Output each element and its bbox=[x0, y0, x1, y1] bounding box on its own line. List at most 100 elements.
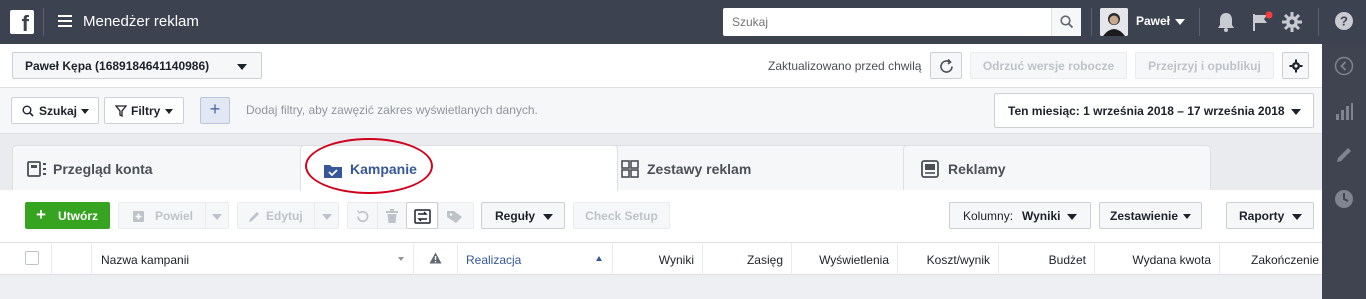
search-button[interactable] bbox=[1051, 8, 1081, 36]
chart-icon[interactable] bbox=[1334, 102, 1354, 122]
action-icon-group bbox=[347, 202, 474, 229]
column-header-campaign-name[interactable]: Nazwa kampanii bbox=[92, 243, 414, 275]
column-header-results[interactable]: Wyniki bbox=[613, 243, 703, 275]
updated-status: Zaktualizowano przed chwilą bbox=[768, 59, 922, 73]
column-header-amount-spent[interactable]: Wydana kwota bbox=[1095, 243, 1220, 275]
table-header: Nazwa kampanii Realizacja Wyniki Zasięg … bbox=[0, 242, 1322, 275]
tag-icon[interactable] bbox=[446, 209, 463, 224]
pencil-icon[interactable] bbox=[1334, 145, 1354, 165]
app-title: Menedżer reklam bbox=[83, 13, 199, 30]
grid-icon bbox=[621, 160, 639, 178]
right-side-rail bbox=[1322, 44, 1366, 299]
facebook-logo[interactable]: f bbox=[10, 10, 34, 34]
chevron-down-icon bbox=[1067, 214, 1077, 220]
column-header-cost-per-result[interactable]: Koszt/wynik bbox=[898, 243, 999, 275]
chevron-down-icon bbox=[237, 64, 247, 70]
review-publish-button[interactable]: Przejrzyj i opublikuj bbox=[1135, 52, 1274, 79]
column-header-reach[interactable]: Zasięg bbox=[703, 243, 792, 275]
trash-icon[interactable] bbox=[385, 209, 399, 224]
search-box bbox=[723, 8, 1081, 36]
chevron-down-icon bbox=[212, 214, 222, 220]
chevron-down-icon bbox=[1292, 214, 1302, 220]
help-icon[interactable]: ? bbox=[1334, 11, 1354, 31]
avatar[interactable] bbox=[1100, 8, 1128, 36]
column-label: Wyświetlenia bbox=[819, 253, 889, 267]
breakdown-button[interactable]: Zestawienie bbox=[1099, 202, 1202, 229]
chevron-down-icon bbox=[165, 109, 173, 114]
tab-account-overview[interactable]: Przegląd konta bbox=[12, 145, 322, 190]
funnel-icon bbox=[115, 105, 127, 117]
account-selector[interactable]: Paweł Kępa (1689184641140986) bbox=[12, 52, 262, 79]
tab-ad-sets[interactable]: Zestawy reklam bbox=[606, 145, 926, 190]
column-header-ends[interactable]: Zakończenie bbox=[1220, 243, 1322, 275]
avatar-image bbox=[1100, 8, 1128, 36]
user-name[interactable]: Paweł bbox=[1136, 14, 1170, 28]
edit-button[interactable]: Edytuj bbox=[237, 202, 339, 229]
top-navigation-bar: f Menedżer reklam Paweł ? bbox=[0, 0, 1366, 44]
breakdown-label: Zestawienie bbox=[1110, 209, 1179, 223]
chevron-down-icon[interactable] bbox=[1175, 19, 1185, 25]
gear-icon[interactable] bbox=[1281, 11, 1303, 33]
duplicate-button[interactable]: Powiel bbox=[118, 202, 229, 229]
check-setup-button[interactable]: Check Setup bbox=[573, 202, 670, 229]
column-header-budget[interactable]: Budżet bbox=[999, 243, 1095, 275]
discard-drafts-button[interactable]: Odrzuć wersje robocze bbox=[970, 52, 1127, 79]
refresh-icon bbox=[940, 58, 953, 73]
column-label: Zasięg bbox=[746, 253, 783, 267]
sort-ascending-icon bbox=[596, 256, 602, 261]
revert-icon[interactable] bbox=[355, 209, 370, 224]
filters-label: Filtry bbox=[131, 104, 161, 118]
toggle-column bbox=[52, 243, 92, 275]
refresh-button[interactable] bbox=[930, 52, 962, 79]
edit-label: Edytuj bbox=[266, 209, 303, 223]
select-all-checkbox[interactable] bbox=[25, 251, 39, 265]
search-filter-button[interactable]: Szukaj bbox=[11, 97, 99, 124]
ab-test-icon[interactable] bbox=[414, 209, 431, 224]
bell-icon[interactable] bbox=[1216, 11, 1236, 33]
gear-icon bbox=[1289, 59, 1303, 73]
column-label: Budżet bbox=[1048, 253, 1086, 267]
settings-button[interactable] bbox=[1282, 52, 1309, 79]
column-label: Wydana kwota bbox=[1132, 253, 1211, 267]
rules-button[interactable]: Reguły bbox=[481, 202, 565, 229]
reports-label: Raporty bbox=[1239, 209, 1285, 223]
logo-letter: f bbox=[21, 11, 29, 34]
chevron-down-icon bbox=[322, 214, 332, 220]
level-tabs: Przegląd konta Kampanie Zestawy reklam R… bbox=[0, 134, 1322, 191]
add-filter-button[interactable]: + bbox=[200, 97, 230, 124]
tab-label: Przegląd konta bbox=[53, 161, 153, 177]
clock-icon[interactable] bbox=[1334, 189, 1354, 209]
divider bbox=[43, 8, 44, 36]
column-label: Wyniki bbox=[658, 253, 694, 267]
highlight-annotation bbox=[305, 138, 433, 194]
chevron-down-icon bbox=[398, 257, 404, 261]
duplicate-label: Powiel bbox=[155, 209, 194, 223]
campaign-toolbar: + Utwórz Powiel Edytuj Reguły Check Setu… bbox=[0, 190, 1322, 242]
chevron-down-icon bbox=[1183, 214, 1191, 219]
date-range-picker[interactable]: Ten miesiąc: 1 września 2018 – 17 wrześn… bbox=[994, 93, 1314, 128]
search-input[interactable] bbox=[723, 8, 1043, 36]
column-header-impressions[interactable]: Wyświetlenia bbox=[792, 243, 898, 275]
duplicate-icon bbox=[133, 211, 144, 222]
tab-ads[interactable]: Reklamy bbox=[903, 145, 1211, 190]
chevron-down-icon bbox=[1291, 109, 1301, 115]
plus-icon: + bbox=[209, 99, 221, 119]
column-header-delivery[interactable]: Realizacja bbox=[458, 243, 613, 275]
divider bbox=[1199, 8, 1200, 36]
chevron-down-icon bbox=[81, 109, 89, 114]
divider bbox=[1091, 8, 1092, 36]
plus-icon: + bbox=[36, 205, 46, 224]
column-header-warnings[interactable] bbox=[414, 243, 458, 275]
reports-button[interactable]: Raporty bbox=[1226, 202, 1314, 229]
column-label: Nazwa kampanii bbox=[101, 253, 190, 267]
search-filter-label: Szukaj bbox=[39, 104, 78, 118]
filters-button[interactable]: Filtry bbox=[104, 97, 184, 124]
menu-icon[interactable] bbox=[58, 15, 72, 27]
rules-label: Reguły bbox=[495, 209, 536, 223]
flag-icon[interactable] bbox=[1251, 11, 1273, 33]
select-all-cell bbox=[0, 243, 52, 275]
create-button[interactable]: + Utwórz bbox=[25, 202, 110, 229]
columns-button[interactable]: Kolumny: Wyniki bbox=[949, 202, 1091, 229]
chevron-down-icon bbox=[543, 214, 553, 220]
collapse-icon[interactable] bbox=[1334, 56, 1354, 76]
